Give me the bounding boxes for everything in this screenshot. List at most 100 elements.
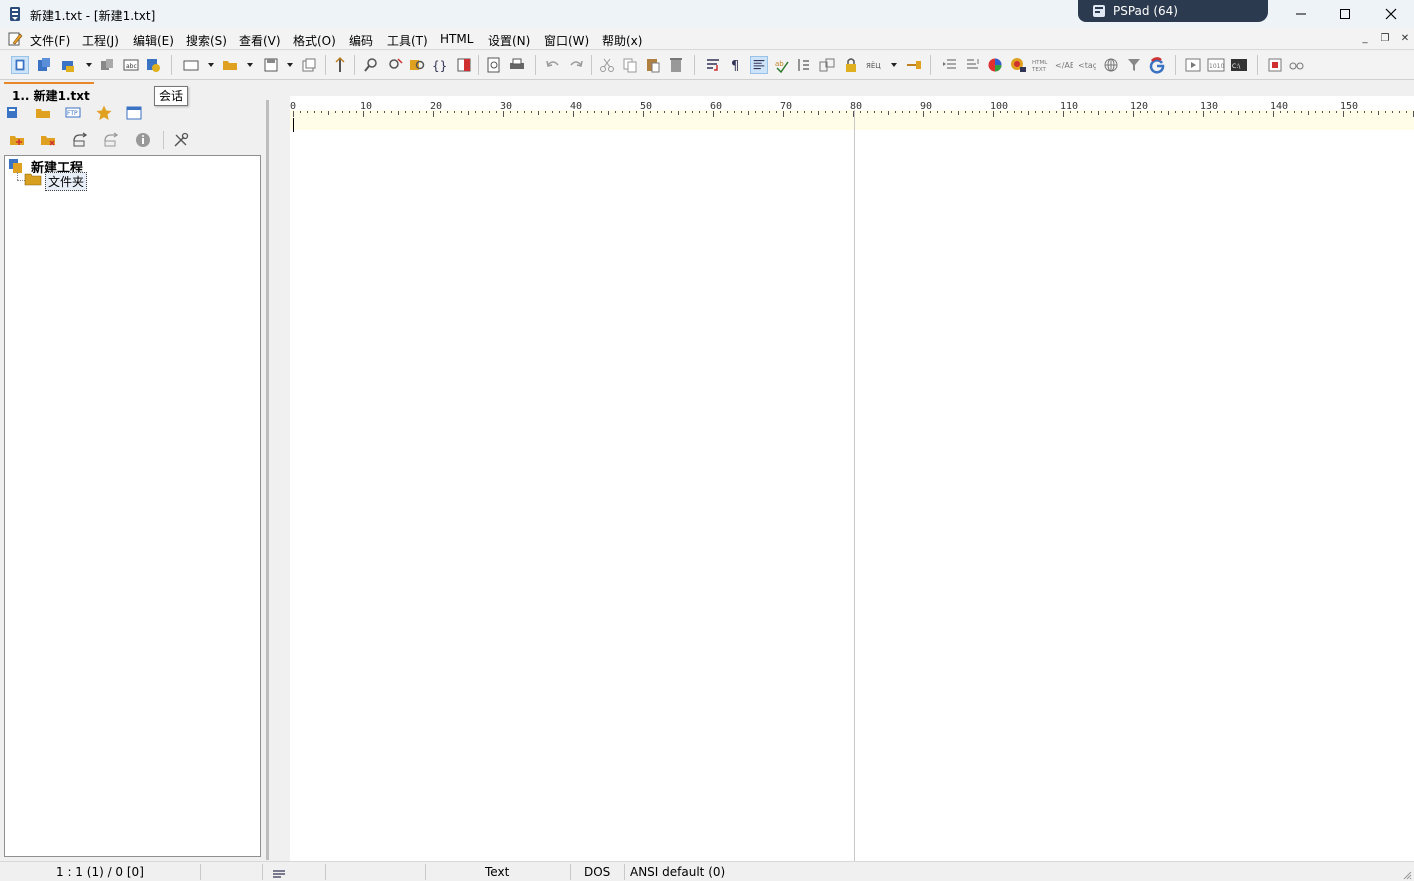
editor-area[interactable]: 0 10 20 30 40 50 60 70 80 90 100 110 120 130 140 150 (290, 96, 1414, 861)
tag-close-icon[interactable]: <tag (1078, 56, 1096, 74)
mdi-minimize-icon[interactable]: _ (1358, 33, 1372, 45)
delete-icon[interactable] (667, 56, 685, 74)
copy-as-icon[interactable]: abc (122, 56, 140, 74)
minimize-button[interactable] (1278, 0, 1324, 28)
ruler-tick (538, 111, 539, 115)
menu-view[interactable]: 查看(V) (239, 32, 281, 49)
maximize-button[interactable] (1322, 0, 1368, 28)
add-file-icon[interactable] (71, 131, 89, 149)
chars-dropdown-icon[interactable] (891, 63, 897, 67)
find-files-icon[interactable] (408, 56, 426, 74)
pin-icon[interactable] (905, 56, 923, 74)
file-tab[interactable]: 1.. 新建1.txt (4, 82, 94, 103)
menu-format[interactable]: 格式(O) (293, 32, 336, 49)
open-folder-dropdown-icon[interactable] (247, 63, 253, 67)
tools-icon[interactable] (172, 131, 190, 149)
save-all-icon[interactable] (300, 56, 318, 74)
find-icon[interactable] (362, 56, 380, 74)
remove-folder-icon[interactable] (39, 131, 57, 149)
google-icon[interactable] (1148, 56, 1166, 74)
save-dropdown-icon[interactable] (287, 63, 293, 67)
filter-icon[interactable] (1125, 56, 1143, 74)
open-icon[interactable] (59, 56, 77, 74)
macro-record-icon[interactable] (1266, 56, 1284, 74)
macro-play-icon[interactable] (1288, 56, 1306, 74)
sort-icon[interactable] (964, 56, 982, 74)
menu-tools[interactable]: 工具(T) (387, 32, 428, 49)
menu-encoding[interactable]: 编码 (349, 32, 373, 49)
format-icon[interactable] (750, 56, 768, 74)
ftp-tab-icon[interactable]: FTP (64, 104, 82, 122)
color-icon[interactable] (986, 56, 1004, 74)
copy-icon[interactable] (621, 56, 639, 74)
preview-icon[interactable] (485, 56, 503, 74)
ruler-tick (874, 111, 875, 113)
indent-icon[interactable] (818, 56, 836, 74)
folder-tab-icon[interactable] (34, 104, 52, 122)
ruler-tick (1140, 111, 1141, 113)
run-icon[interactable] (1184, 56, 1202, 74)
mdi-close-icon[interactable]: ✕ (1398, 33, 1412, 45)
mdi-restore-icon[interactable]: ❐ (1378, 33, 1392, 45)
info-icon[interactable] (134, 131, 152, 149)
new-file-icon[interactable] (11, 56, 29, 74)
outdent-icon[interactable] (941, 56, 959, 74)
html-icon[interactable]: HTMLTEXT (1032, 56, 1050, 74)
resize-grip-icon[interactable] (1402, 870, 1412, 880)
replace-icon[interactable] (386, 56, 404, 74)
tree-folder-label[interactable]: 文件夹 (45, 172, 88, 191)
brackets-icon[interactable]: {} (431, 56, 449, 74)
menu-project[interactable]: 工程(J) (82, 32, 119, 49)
open-folder-icon[interactable] (221, 56, 239, 74)
menu-settings[interactable]: 设置(N) (488, 32, 530, 49)
compare-icon[interactable] (331, 56, 349, 74)
close-button[interactable] (1368, 0, 1414, 28)
ruler-tick (1364, 111, 1365, 113)
menu-file[interactable]: 文件(F) (30, 32, 70, 49)
paste-icon[interactable] (644, 56, 662, 74)
document-edit-icon[interactable] (7, 31, 23, 47)
hex-icon[interactable]: 1010 (1207, 56, 1225, 74)
web-icon[interactable] (1102, 56, 1120, 74)
status-line-end[interactable]: DOS (584, 865, 610, 879)
move-icon[interactable] (102, 131, 120, 149)
undo-icon[interactable] (544, 56, 562, 74)
menu-help[interactable]: 帮助(x) (602, 32, 642, 49)
column-icon[interactable] (795, 56, 813, 74)
ruler-tick (678, 111, 679, 115)
menu-search[interactable]: 搜索(S) (186, 32, 227, 49)
print-icon[interactable] (508, 56, 526, 74)
project-tree[interactable]: 新建工程 文件夹 (4, 155, 261, 857)
status-encoding[interactable]: ANSI default (0) (630, 865, 725, 879)
lock-icon[interactable] (842, 56, 860, 74)
open-dropdown-icon[interactable] (86, 63, 92, 67)
add-folder-icon[interactable] (8, 131, 26, 149)
menu-edit[interactable]: 编辑(E) (133, 32, 174, 49)
tag-icon[interactable]: </AB (1055, 56, 1073, 74)
save-icon[interactable] (262, 56, 280, 74)
panel-splitter[interactable] (266, 100, 269, 860)
new-window-icon[interactable] (182, 56, 200, 74)
chars-icon[interactable]: ЯЁЦ (865, 56, 883, 74)
wrap-icon[interactable] (704, 56, 722, 74)
favorites-star-icon[interactable] (95, 104, 113, 122)
new-from-template-icon[interactable] (35, 56, 53, 74)
color-picker-icon[interactable] (1009, 56, 1027, 74)
project-tab-icon[interactable] (4, 104, 22, 122)
status-highlighter[interactable]: Text (485, 865, 509, 879)
spell-icon[interactable]: ab (773, 56, 791, 74)
new-window-dropdown-icon[interactable] (208, 63, 214, 67)
cut-icon[interactable] (598, 56, 616, 74)
menu-html[interactable]: HTML (440, 32, 473, 46)
reopen-icon[interactable] (98, 56, 116, 74)
menu-window[interactable]: 窗口(W) (544, 32, 589, 49)
ruler-tick (720, 111, 721, 113)
bookmark-icon[interactable] (455, 56, 473, 74)
paragraph-icon[interactable]: ¶ (728, 56, 746, 74)
windows-tab-icon[interactable] (125, 104, 143, 122)
word-wrap-status-icon[interactable] (272, 867, 286, 879)
settings-icon[interactable] (144, 56, 162, 74)
redo-icon[interactable] (567, 56, 585, 74)
console-icon[interactable]: C:\ (1230, 56, 1248, 74)
task-badge[interactable]: PSPad (64) (1078, 0, 1268, 22)
